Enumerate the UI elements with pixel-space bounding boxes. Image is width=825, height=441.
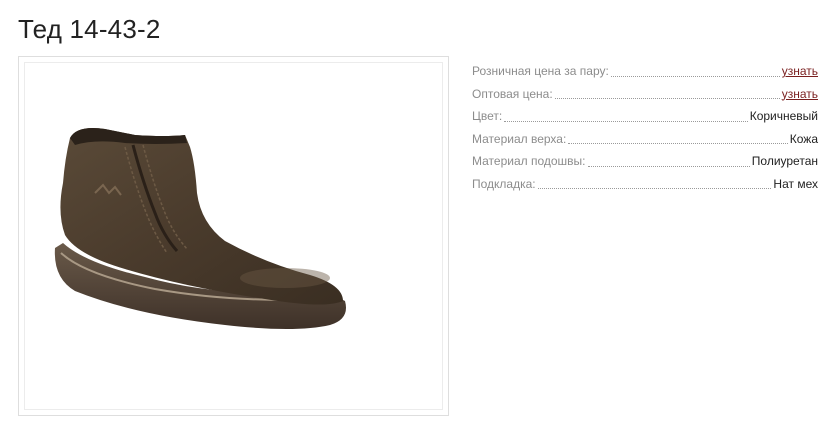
dotted-leader: [587, 165, 750, 167]
spec-label: Материал верха:: [472, 131, 567, 146]
spec-label: Материал подошвы:: [472, 154, 586, 168]
spec-row-retail-price: Розничная цена за пару: узнать: [472, 60, 818, 83]
spec-label: Розничная цена за пару:: [472, 64, 609, 78]
spec-value: Коричневый: [749, 109, 818, 123]
spec-label: Подкладка:: [472, 176, 536, 191]
boot-illustration: [54, 128, 346, 329]
spec-label: Оптовая цена:: [472, 86, 553, 101]
spec-value: Кожа: [789, 131, 818, 146]
spec-value: Нат мех: [773, 176, 818, 191]
retail-price-link[interactable]: узнать: [782, 60, 818, 83]
dotted-leader: [554, 97, 780, 99]
product-image[interactable]: [24, 62, 443, 410]
page-title: Тед 14-43-2: [18, 14, 161, 44]
spec-row-lining: Подкладка: Нат мех: [472, 173, 818, 196]
product-image-frame[interactable]: [18, 56, 449, 416]
wholesale-price-link[interactable]: узнать: [782, 83, 818, 106]
spec-label: Цвет:: [472, 109, 503, 123]
product-specs: Розничная цена за пару: узнать Оптовая ц…: [472, 60, 818, 195]
dotted-leader: [610, 75, 780, 77]
dotted-leader: [504, 120, 748, 122]
spec-row-color: Цвет: Коричневый: [472, 105, 818, 128]
spec-row-wholesale-price: Оптовая цена: узнать: [472, 83, 818, 106]
spec-value: Полиуретан: [751, 154, 818, 168]
spec-row-sole-material: Материал подошвы: Полиуретан: [472, 150, 818, 173]
dotted-leader: [537, 187, 772, 189]
dotted-leader: [568, 142, 788, 144]
spec-row-upper-material: Материал верха: Кожа: [472, 128, 818, 151]
